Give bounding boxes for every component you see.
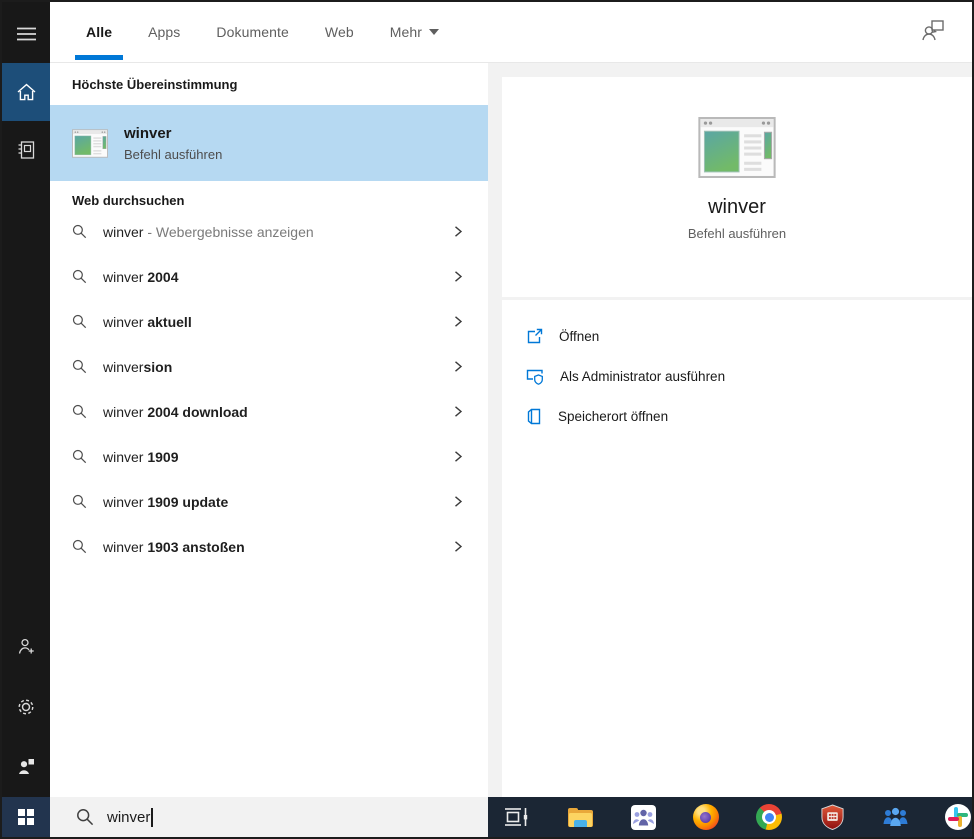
search-icon [72,404,87,419]
action-open[interactable]: Öffnen [502,316,972,356]
open-file-location-icon [527,408,541,424]
chevron-down-icon [429,29,440,35]
taskbar-task-view-button[interactable] [503,803,531,831]
tab-web[interactable]: Web [325,2,354,62]
tab-dokumente[interactable]: Dokumente [216,2,289,62]
chevron-right-icon [455,316,463,327]
best-match-section-title: Höchste Übereinstimmung [72,77,238,92]
taskbar-security-app-button[interactable] [818,803,846,831]
action-open-label: Öffnen [559,328,600,344]
web-suggestion-row[interactable]: winver 2004 [50,254,488,299]
user-account-icon [922,20,944,41]
web-suggestion-row[interactable]: winver 1903 anstoßen [50,524,488,569]
search-icon [72,494,87,509]
notebook-icon [18,141,34,159]
best-match-subtitle: Befehl ausführen [124,146,223,162]
action-run-as-admin-label: Als Administrator ausführen [560,368,726,384]
search-icon [72,449,87,464]
chevron-right-icon [455,361,463,372]
search-icon [72,359,87,374]
slack-icon [945,804,971,830]
best-match-title: winver [124,124,172,142]
web-suggestion-list: winver - Webergebnisse anzeigen winver 2… [50,209,488,569]
add-account-icon [18,638,34,654]
tab-mehr[interactable]: Mehr [389,2,440,62]
web-suggestion-row[interactable]: winver 2004 download [50,389,488,434]
taskbar-slack-button[interactable] [944,803,972,831]
taskbar [488,797,972,837]
action-run-as-admin[interactable]: Als Administrator ausführen [502,356,972,396]
web-suggestion-row[interactable]: winver 1909 [50,434,488,479]
preview-summary-card: winver Befehl ausführen [502,77,972,297]
sidebar-item-settings[interactable] [2,683,50,731]
chrome-icon [756,804,782,830]
taskbar-contacts-app-button[interactable] [881,803,909,831]
contacts-people-icon [883,807,907,826]
tab-alle[interactable]: Alle [74,2,124,62]
hamburger-icon [16,27,36,41]
search-header: Alle Apps Dokumente Web Mehr [50,2,972,63]
best-match-text: winver Befehl ausführen [124,125,222,162]
search-icon [72,269,87,284]
sidebar-item-feedback[interactable] [2,742,50,790]
action-open-file-location-label: Speicherort öffnen [558,408,669,424]
file-explorer-icon [567,807,593,827]
sidebar-item-home[interactable] [2,63,50,121]
feedback-icon [19,758,34,774]
tab-mehr-label: Mehr [389,24,423,40]
results-panel: Höchste Übereinstimmung winver Befehl au… [50,63,488,797]
web-suggestion-row[interactable]: winver 1909 update [50,479,488,524]
winver-app-icon-large [698,117,776,178]
web-search-section-title: Web durchsuchen [72,193,185,208]
search-input-value: winver [107,808,151,826]
chevron-right-icon [455,496,463,507]
task-view-icon [505,808,528,826]
winver-app-icon [72,128,108,158]
chevron-right-icon [455,451,463,462]
chevron-right-icon [455,541,463,552]
action-open-file-location[interactable]: Speicherort öffnen [502,396,972,436]
taskbar-firefox-button[interactable] [692,803,720,831]
sidebar-item-journal[interactable] [2,126,50,174]
search-flyout: Alle Apps Dokumente Web Mehr Höchste Übe… [0,0,974,839]
sidebar-item-add-account[interactable] [2,622,50,670]
hamburger-menu-button[interactable] [2,10,50,58]
preview-actions-card: Öffnen Als Administrator ausführen Speic… [502,300,972,797]
security-shield-icon [820,803,844,830]
search-icon [77,809,94,826]
windows-logo-icon [18,809,34,825]
chevron-right-icon [455,226,463,237]
settings-gear-icon [18,699,34,715]
text-caret [151,807,153,827]
account-button[interactable] [920,18,946,47]
preview-subtitle: Befehl ausführen [687,226,787,241]
taskbar-teams-button[interactable] [629,803,657,831]
web-suggestion-row[interactable]: winversion [50,344,488,389]
search-icon [72,224,87,239]
best-match-result-winver[interactable]: winver Befehl ausführen [50,105,488,181]
taskbar-chrome-button[interactable] [755,803,783,831]
web-suggestion-row[interactable]: winver aktuell [50,299,488,344]
search-input[interactable]: winver [50,797,488,837]
filter-tabs: Alle Apps Dokumente Web Mehr [74,2,440,62]
taskbar-file-explorer-button[interactable] [566,803,594,831]
home-icon [17,83,35,101]
tab-apps[interactable]: Apps [148,2,180,62]
search-icon [72,314,87,329]
chevron-right-icon [455,271,463,282]
web-suggestion-row[interactable]: winver - Webergebnisse anzeigen [50,209,488,254]
run-as-admin-icon [526,369,543,385]
firefox-icon [693,804,719,830]
chevron-right-icon [455,406,463,417]
teams-icon [630,804,656,830]
start-button[interactable] [2,797,50,837]
search-icon [72,539,87,554]
left-rail [2,2,50,797]
preview-pane: winver Befehl ausführen Öffnen Als Admin… [488,63,972,797]
preview-title: winver [708,196,766,218]
open-icon [527,328,543,343]
